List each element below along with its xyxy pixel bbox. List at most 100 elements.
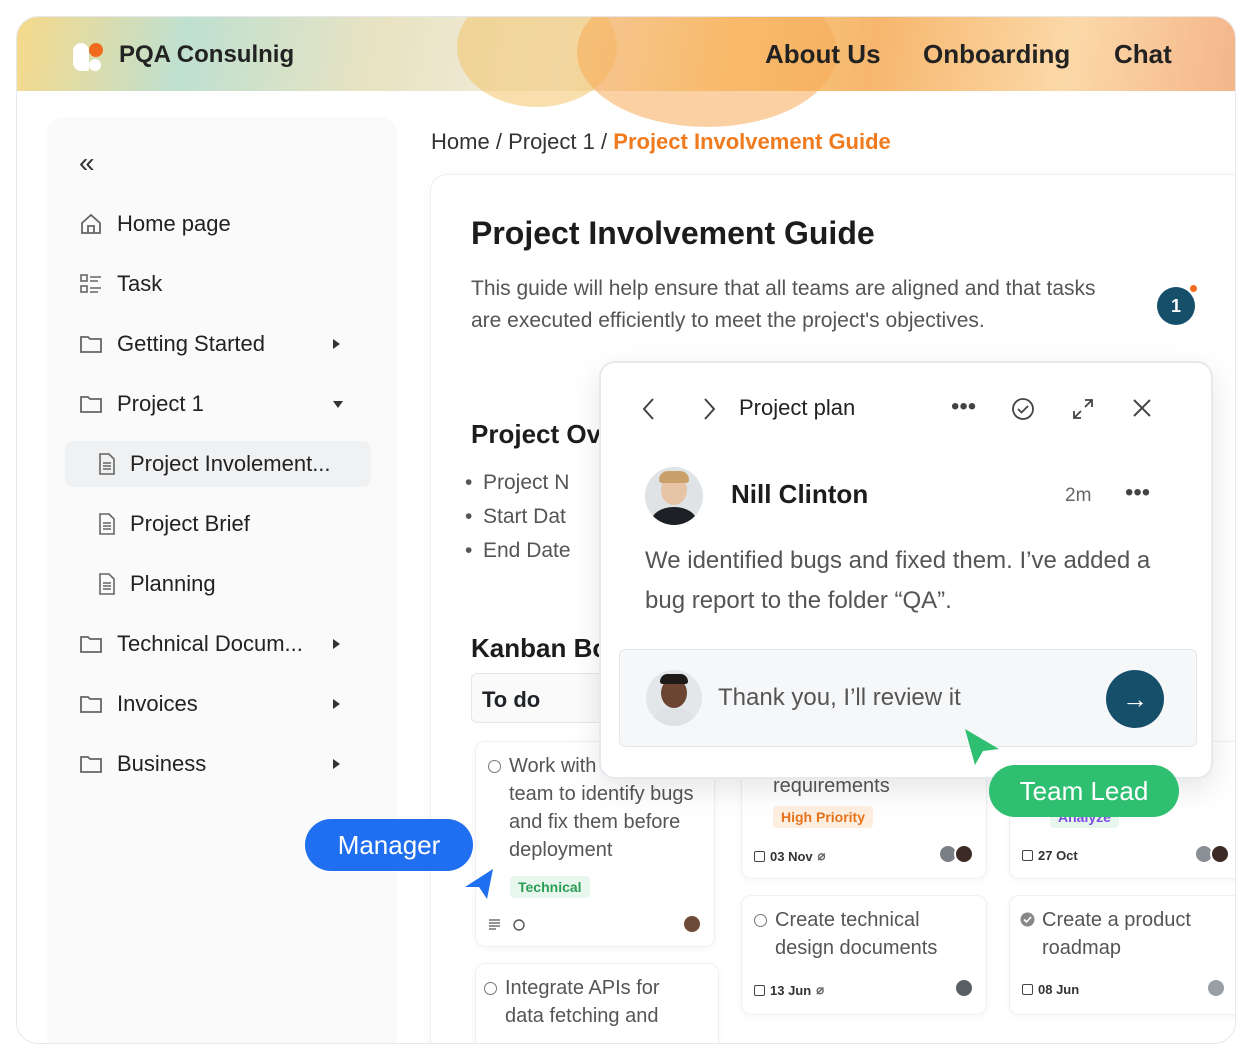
comment-count-badge[interactable]: 1 xyxy=(1157,285,1197,325)
manager-cursor-icon xyxy=(465,869,493,899)
document-icon xyxy=(99,453,115,475)
avatar[interactable] xyxy=(1206,978,1226,998)
status-circle-icon[interactable] xyxy=(484,982,497,995)
card-title: Create a product roadmap xyxy=(1042,906,1235,962)
status-circle-icon[interactable] xyxy=(488,760,501,773)
caret-right-icon[interactable] xyxy=(333,759,340,769)
header-decoration xyxy=(577,17,837,127)
chevron-right-icon[interactable] xyxy=(701,397,717,421)
due-date: 27 Oct xyxy=(1022,848,1078,863)
notification-dot xyxy=(1190,285,1197,292)
check-circle-icon[interactable] xyxy=(1011,397,1035,421)
folder-icon xyxy=(80,696,102,713)
calendar-icon xyxy=(754,984,765,996)
breadcrumb-separator: / xyxy=(601,129,608,154)
sidebar-item-home[interactable]: Home page xyxy=(47,201,397,247)
sidebar-item-project-1[interactable]: Project 1 xyxy=(47,381,397,427)
section-heading-overview: Project Ov xyxy=(471,419,602,449)
overview-bullet: End Date xyxy=(465,539,570,563)
reply-input[interactable] xyxy=(718,684,1078,712)
breadcrumb-home[interactable]: Home xyxy=(431,129,490,154)
comment-author: Nill Clinton xyxy=(731,479,869,509)
overview-bullet: Start Dat xyxy=(465,505,566,529)
section-heading-kanban: Kanban Bo xyxy=(471,633,609,663)
nav-about-us[interactable]: About Us xyxy=(765,39,881,70)
card-title: Integrate APIs for data fetching and xyxy=(505,974,715,1030)
app-window: PQA Consulnig About Us Onboarding Chat «… xyxy=(16,16,1236,1044)
avatar[interactable] xyxy=(954,978,974,998)
document-icon xyxy=(99,513,115,535)
kanban-card[interactable]: Create technical design documents 13 Jun ⌀ xyxy=(741,895,987,1015)
sidebar-item-label: Invoices xyxy=(117,691,198,716)
more-options-icon[interactable]: ••• xyxy=(1125,479,1150,507)
sidebar-item-invoices[interactable]: Invoices xyxy=(47,681,397,727)
nav-onboarding[interactable]: Onboarding xyxy=(923,39,1070,70)
caret-right-icon[interactable] xyxy=(333,699,340,709)
sidebar-item-business[interactable]: Business xyxy=(47,741,397,787)
avatar[interactable] xyxy=(1210,844,1230,864)
caret-right-icon[interactable] xyxy=(333,639,340,649)
avatar[interactable] xyxy=(682,914,702,934)
close-icon[interactable] xyxy=(1131,397,1153,419)
sidebar-item-label: Planning xyxy=(130,571,216,596)
caret-down-icon[interactable] xyxy=(333,400,343,408)
card-title-line: Integrate APIs for xyxy=(505,977,660,999)
tag-high-priority: High Priority xyxy=(773,806,874,828)
sidebar: « Home page Task Getting Started Project… xyxy=(47,117,397,1043)
overview-bullet: Project N xyxy=(465,471,569,495)
card-title-line: Create technical xyxy=(775,909,920,931)
send-button[interactable]: → xyxy=(1106,670,1164,728)
sidebar-item-project-involvement[interactable]: Project Involement... xyxy=(65,441,371,487)
due-date-text: 27 Oct xyxy=(1038,848,1078,863)
tag-technical: Technical xyxy=(510,876,590,898)
more-options-icon[interactable]: ••• xyxy=(951,393,976,421)
sidebar-item-label: Getting Started xyxy=(117,331,265,356)
comment-popup: Project plan ••• Nill Clinton 2m ••• We … xyxy=(599,361,1213,779)
sidebar-item-label: Home page xyxy=(117,211,231,236)
breadcrumb-project[interactable]: Project 1 xyxy=(508,129,595,154)
task-list-icon xyxy=(80,274,101,293)
comment-count: 1 xyxy=(1170,295,1181,316)
folder-icon xyxy=(80,756,102,773)
breadcrumb: Home / Project 1 / Project Involvement G… xyxy=(431,129,891,155)
sidebar-item-project-brief[interactable]: Project Brief xyxy=(47,501,397,547)
logo-icon[interactable] xyxy=(73,39,107,73)
due-date: 03 Nov ⌀ xyxy=(754,848,825,864)
check-circle-icon[interactable] xyxy=(1020,912,1035,927)
attachment-icon: ⌀ xyxy=(816,982,825,997)
expand-icon[interactable] xyxy=(1071,397,1095,421)
card-title-line: roadmap xyxy=(1042,937,1121,959)
reply-box: → xyxy=(619,649,1197,747)
page-title: Project Involvement Guide xyxy=(471,215,875,251)
status-circle-icon[interactable] xyxy=(754,914,767,927)
nav-chat[interactable]: Chat xyxy=(1114,39,1172,70)
double-chevron-left-icon[interactable]: « xyxy=(79,149,95,177)
sidebar-item-label: Project 1 xyxy=(117,391,204,416)
caret-right-icon[interactable] xyxy=(333,339,340,349)
arrow-right-icon: → xyxy=(1122,683,1148,714)
sidebar-item-task[interactable]: Task xyxy=(47,261,397,307)
due-date-text: 13 Jun xyxy=(770,982,812,998)
kanban-card[interactable]: Create a product roadmap 08 Jun xyxy=(1009,895,1235,1015)
sidebar-item-label: Project Involement... xyxy=(130,451,331,476)
sidebar-item-label: Business xyxy=(117,751,207,776)
sidebar-item-getting-started[interactable]: Getting Started xyxy=(47,321,397,367)
card-title-line: Create a product xyxy=(1042,909,1191,931)
sidebar-item-planning[interactable]: Planning xyxy=(47,561,397,607)
card-title: Create technical design documents xyxy=(775,906,985,962)
attachment-icon: ⌀ xyxy=(817,848,826,863)
chevron-left-icon[interactable] xyxy=(641,397,657,421)
sidebar-item-technical-docs[interactable]: Technical Docum... xyxy=(47,621,397,667)
sidebar-item-label: Technical Docum... xyxy=(117,631,303,656)
description-icon xyxy=(489,919,500,930)
kanban-card[interactable]: Integrate APIs for data fetching and xyxy=(475,963,719,1043)
team-lead-label: Team Lead xyxy=(989,765,1179,817)
folder-icon xyxy=(80,336,102,353)
card-title-line: design documents xyxy=(775,937,938,959)
calendar-icon xyxy=(1022,984,1033,995)
page-description: This guide will help ensure that all tea… xyxy=(471,277,1096,332)
card-title-line: team to identify bugs and fix them befor… xyxy=(509,783,694,861)
avatar[interactable] xyxy=(645,467,703,525)
avatar[interactable] xyxy=(954,844,974,864)
brand-name[interactable]: PQA Consulnig xyxy=(119,41,294,69)
